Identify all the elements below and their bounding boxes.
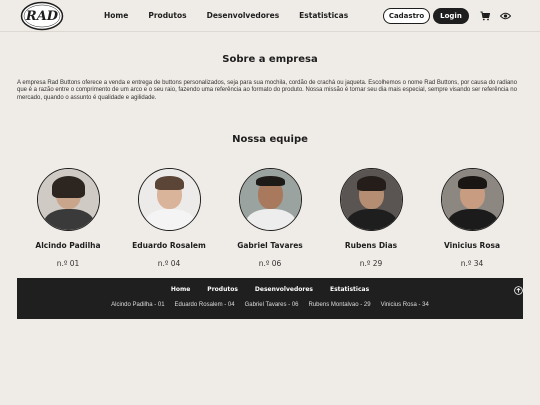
main-nav: Home Produtos Desenvolvedores Estatistic… <box>104 11 368 20</box>
login-button[interactable]: Login <box>433 8 469 24</box>
team-member-card: Alcindo Padilha n.º 01 <box>28 168 108 268</box>
team-title: Nossa equipe <box>232 134 308 145</box>
nav-estatisticas[interactable]: Estatisticas <box>299 11 348 20</box>
member-name: Rubens Dias <box>344 241 398 250</box>
footer-nav-estatisticas[interactable]: Estatisticas <box>330 286 369 293</box>
footer-member: Eduardo Rosalem - 04 <box>174 302 235 308</box>
about-title: Sobre a empresa <box>222 54 318 65</box>
footer-nav-desenvolvedores[interactable]: Desenvolvedores <box>255 286 313 293</box>
member-number: n.º 06 <box>258 259 282 268</box>
member-number: n.º 04 <box>157 259 181 268</box>
eye-icon[interactable] <box>500 12 511 20</box>
nav-home[interactable]: Home <box>104 11 128 20</box>
nav-produtos[interactable]: Produtos <box>148 11 186 20</box>
footer-nav-home[interactable]: Home <box>171 286 190 293</box>
member-photo <box>339 168 403 231</box>
site-footer: Home Produtos Desenvolvedores Estatistic… <box>17 278 523 319</box>
member-photo <box>137 168 201 231</box>
team-member-card: Eduardo Rosalem n.º 04 <box>129 168 209 268</box>
footer-member: Rubens Montalvao - 29 <box>308 302 371 308</box>
member-photo <box>36 168 100 231</box>
about-text: A empresa Rad Buttons oferece a venda e … <box>17 80 517 101</box>
member-photo <box>440 168 504 231</box>
member-name: Alcindo Padilha <box>35 241 101 250</box>
member-name: Vinicius Rosa <box>443 241 501 250</box>
footer-member: Vinicius Rosa - 34 <box>380 302 429 308</box>
member-number: n.º 29 <box>359 259 383 268</box>
footer-member: Gabriel Tavares - 06 <box>244 302 299 308</box>
team-member-card: Vinicius Rosa n.º 34 <box>432 168 512 268</box>
cart-icon[interactable] <box>480 11 490 21</box>
member-number: n.º 01 <box>56 259 80 268</box>
site-header: RAD Home Produtos Desenvolvedores Estati… <box>0 0 540 32</box>
team-member-card: Gabriel Tavares n.º 06 <box>230 168 310 268</box>
member-number: n.º 34 <box>460 259 484 268</box>
svg-text:RAD: RAD <box>25 9 59 24</box>
member-name: Gabriel Tavares <box>237 241 303 250</box>
footer-member: Alcindo Padilha - 01 <box>111 302 165 308</box>
member-name: Eduardo Rosalem <box>132 241 206 250</box>
team-member-card: Rubens Dias n.º 29 <box>331 168 411 268</box>
footer-nav: Home Produtos Desenvolvedores Estatistic… <box>17 286 523 293</box>
arrow-up-circle-icon[interactable] <box>514 286 523 295</box>
member-photo <box>238 168 302 231</box>
footer-members-list: Alcindo Padilha - 01 Eduardo Rosalem - 0… <box>17 302 523 308</box>
cadastro-button[interactable]: Cadastro <box>383 8 430 24</box>
rad-logo[interactable]: RAD <box>20 1 64 31</box>
footer-nav-produtos[interactable]: Produtos <box>207 286 238 293</box>
nav-desenvolvedores[interactable]: Desenvolvedores <box>207 11 280 20</box>
